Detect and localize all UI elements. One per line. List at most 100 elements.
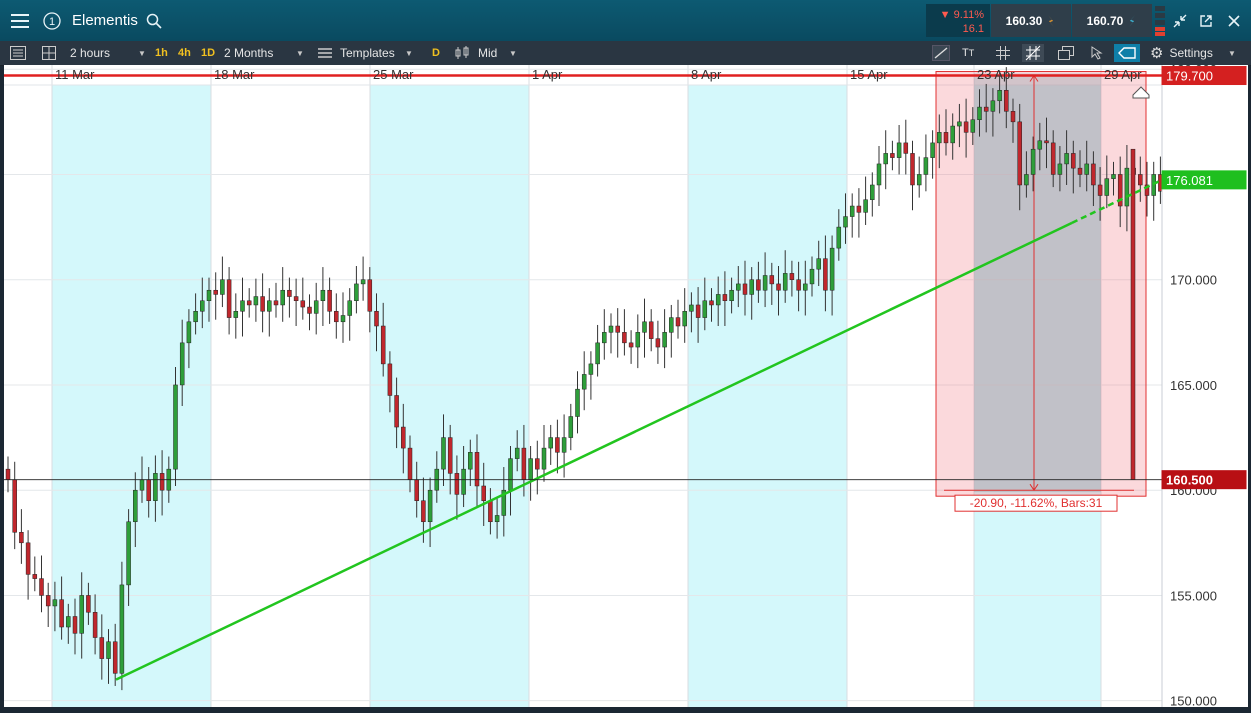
candle-body (280, 289, 285, 306)
candle-body (823, 258, 828, 291)
chevron-down-icon[interactable]: ▼ (296, 41, 304, 65)
candle-body (736, 283, 741, 291)
candle-body (675, 317, 681, 327)
templates-button[interactable]: Templates (340, 41, 395, 65)
candle-body (273, 300, 279, 306)
buy-arrow-icon (1129, 14, 1136, 27)
gear-icon: ⚙ (1150, 45, 1164, 62)
collapse-icon[interactable] (1169, 0, 1191, 41)
copy-icon[interactable] (1058, 41, 1074, 65)
settings-button[interactable]: ⚙ Settings (1150, 41, 1213, 65)
candle-body (19, 532, 24, 544)
interval-1d[interactable]: 1D (201, 41, 215, 65)
price-chart[interactable]: -20.90, -11.62%, Bars:31 150.000 155.000 1… (4, 62, 1248, 709)
interval-1h[interactable]: 1h (155, 41, 168, 65)
candle-body (1030, 148, 1036, 175)
last-price-label: 160.500 (1166, 473, 1213, 488)
chevron-down-icon[interactable]: ▼ (509, 41, 517, 65)
d-badge[interactable]: D (432, 41, 440, 65)
candle-body (849, 205, 855, 217)
candle-body (957, 121, 962, 127)
candle-body (99, 637, 105, 659)
candle-body (602, 332, 607, 344)
candle-body (380, 325, 386, 365)
candle-body (72, 616, 78, 634)
candle-body (354, 283, 359, 302)
session-band (370, 85, 529, 707)
templates-icon[interactable] (318, 41, 332, 65)
popout-icon[interactable] (1195, 0, 1217, 41)
grid-icon[interactable] (996, 41, 1010, 65)
sell-button[interactable]: 160.30 (991, 4, 1071, 37)
candle-body (729, 289, 734, 302)
candles-icon[interactable] (455, 41, 471, 65)
range-select[interactable]: 2 Months (224, 41, 273, 65)
candle-body (950, 125, 955, 144)
interval-label: 2 hours (70, 46, 111, 60)
layout-icon[interactable] (42, 41, 56, 65)
candle-body (508, 458, 513, 491)
text-size-icon[interactable]: TT (962, 41, 974, 65)
candle-body (79, 595, 84, 634)
candle-body (454, 473, 460, 495)
search-icon[interactable] (144, 0, 164, 41)
cursor-icon[interactable] (1090, 41, 1104, 65)
sell-arrow-icon (1048, 14, 1055, 27)
candle-body (662, 332, 667, 348)
candle-body (575, 388, 580, 417)
candle-body (52, 599, 58, 607)
chevron-down-icon[interactable]: ▼ (1228, 41, 1236, 65)
candle-body (669, 317, 674, 333)
price-tick-label: 150.000 (1170, 694, 1217, 707)
chevron-down-icon[interactable]: ▼ (405, 41, 413, 65)
candle-body (146, 479, 151, 501)
chart-canvas[interactable]: -20.90, -11.62%, Bars:31 150.000 155.000 1… (4, 62, 1248, 709)
candle-body (474, 452, 480, 487)
candle-body (206, 289, 212, 302)
candle-body (153, 473, 158, 501)
candle-body (963, 121, 969, 133)
trendline (115, 221, 1073, 681)
buy-button[interactable]: 160.70 (1072, 4, 1152, 37)
info-icon[interactable]: 1 (40, 0, 64, 41)
interval-4h[interactable]: 4h (178, 41, 191, 65)
label-icon[interactable] (1114, 41, 1140, 65)
instrument-title[interactable]: Elementis (72, 12, 138, 29)
candle-body (1017, 121, 1022, 186)
chevron-down-icon[interactable]: ▼ (138, 41, 146, 65)
candle-body (588, 363, 594, 375)
candle-body (447, 437, 453, 474)
candle-body (548, 437, 553, 449)
candle-body (401, 426, 406, 449)
price-mode-select[interactable]: Mid (478, 41, 497, 65)
interval-select[interactable]: 2 hours (70, 41, 110, 65)
candle-body (789, 273, 795, 280)
candle-body (648, 321, 654, 339)
close-icon[interactable] (1222, 0, 1246, 41)
candle-body (340, 315, 346, 323)
candle-body (937, 132, 942, 144)
candle-body (628, 342, 634, 348)
candle-body (1111, 174, 1116, 179)
candle-body (983, 106, 989, 112)
crosshair-grid-icon[interactable] (1022, 41, 1044, 65)
list-icon[interactable] (10, 41, 26, 65)
hamburger-icon[interactable] (0, 0, 40, 41)
candle-body (695, 304, 701, 318)
candle-body (32, 574, 38, 579)
candle-body (1071, 153, 1076, 169)
chart-toolbar: 2 hours ▼ 1h 4h 1D 2 Months ▼ Templates … (0, 41, 1251, 66)
candle-body (213, 289, 218, 295)
candle-body (903, 142, 909, 154)
draw-line-icon[interactable] (932, 41, 950, 65)
candle-body (702, 300, 708, 318)
candle-body (923, 157, 929, 175)
change-percent: ▼ 9.11% (939, 9, 984, 21)
trendline-price-label: 176.081 (1166, 173, 1213, 188)
range-label: 2 Months (224, 46, 274, 60)
candle-body (581, 374, 587, 390)
svg-text:1: 1 (49, 16, 55, 28)
candle-body (883, 153, 888, 165)
candle-body (756, 279, 761, 291)
buy-price: 160.70 (1086, 13, 1124, 28)
